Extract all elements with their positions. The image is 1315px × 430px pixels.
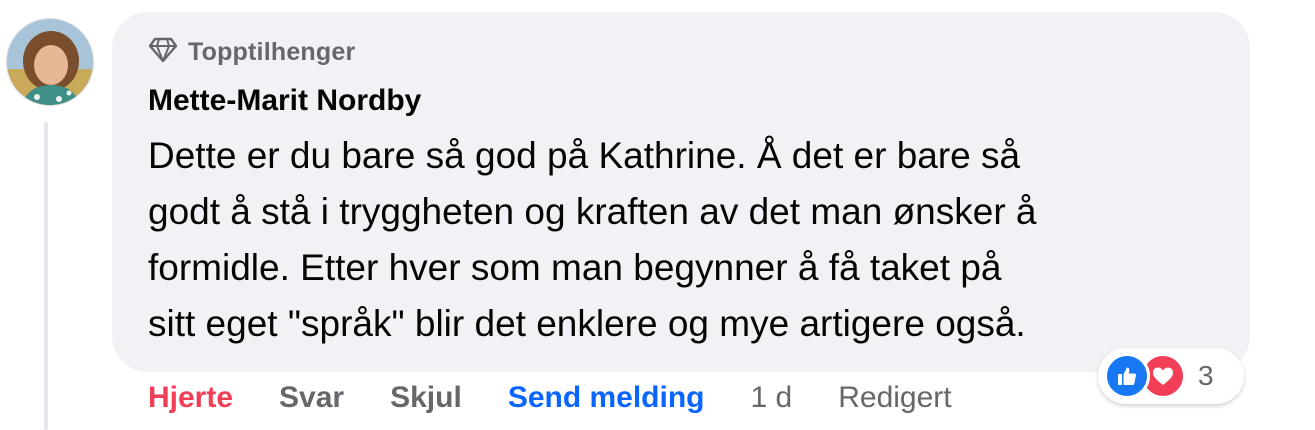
badge-label: Topptilhenger — [188, 37, 356, 66]
top-fan-badge: Topptilhenger — [148, 36, 355, 68]
hide-button[interactable]: Skjul — [390, 381, 462, 415]
comment-actions: Hjerte Svar Skjul Send melding 1 d Redig… — [148, 376, 952, 420]
diamond-icon — [148, 37, 178, 68]
like-icon — [1104, 353, 1150, 399]
thread-connector-line — [44, 122, 48, 430]
edited-label: Redigert — [838, 381, 952, 414]
reply-button[interactable]: Svar — [279, 381, 344, 415]
comment-line: formidle. Etter hver som man begynner å … — [148, 247, 1002, 288]
comment-text: Dette er du bare så god på Kathrine. Å d… — [148, 128, 1228, 352]
comment-thread: Topptilhenger Mette-Marit Nordby Dette e… — [0, 0, 1315, 430]
author-name[interactable]: Mette-Marit Nordby — [148, 84, 421, 118]
avatar[interactable] — [6, 18, 94, 106]
reaction-summary[interactable]: 3 — [1098, 348, 1244, 404]
send-message-button[interactable]: Send melding — [508, 381, 705, 415]
comment-timestamp[interactable]: 1 d — [751, 381, 793, 415]
heart-reaction-button[interactable]: Hjerte — [148, 381, 233, 415]
reaction-count: 3 — [1198, 360, 1214, 391]
comment-line: Dette er du bare så god på Kathrine. Å d… — [148, 135, 1021, 176]
comment-line: godt å stå i tryggheten og kraften av de… — [148, 191, 1037, 232]
comment-line: sitt eget "språk" blir det enklere og my… — [148, 303, 1026, 344]
